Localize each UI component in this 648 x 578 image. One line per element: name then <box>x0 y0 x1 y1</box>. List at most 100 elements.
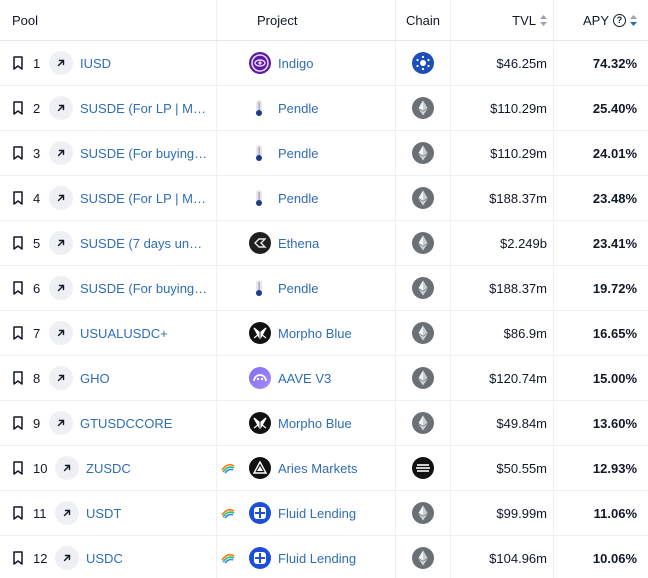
apy-value: 13.60% <box>592 415 637 431</box>
project-link[interactable]: Aries Markets <box>278 461 357 476</box>
external-link-icon[interactable] <box>49 141 73 165</box>
project-link[interactable]: Pendle <box>278 146 318 161</box>
pool-link[interactable]: USDT <box>86 506 121 521</box>
ethereum-icon[interactable] <box>412 367 434 389</box>
external-link-icon[interactable] <box>49 96 73 120</box>
aptos-icon[interactable] <box>412 457 434 479</box>
external-link-icon[interactable] <box>55 501 79 525</box>
external-link-icon[interactable] <box>49 276 73 300</box>
external-link-icon[interactable] <box>55 546 79 570</box>
project-link[interactable]: Fluid Lending <box>278 506 356 521</box>
tvl-cell: $86.9m <box>451 311 554 355</box>
tvl-cell: $2.249b <box>451 221 554 265</box>
bookmark-icon[interactable] <box>12 326 24 340</box>
project-link[interactable]: Indigo <box>278 56 313 71</box>
bookmark-icon[interactable] <box>12 101 24 115</box>
pool-link[interactable]: USUALUSDC+ <box>80 326 168 341</box>
ethereum-icon[interactable] <box>412 322 434 344</box>
pool-link[interactable]: SUSDE (7 days unstaking) <box>80 236 208 251</box>
ethereum-icon[interactable] <box>412 97 434 119</box>
pool-link[interactable]: IUSD <box>80 56 111 71</box>
bookmark-icon[interactable] <box>12 56 24 70</box>
pool-cell: 10 ZUSDC <box>0 446 217 490</box>
bookmark-icon[interactable] <box>12 416 24 430</box>
header-apy-sort[interactable]: APY ? <box>554 0 648 40</box>
project-link[interactable]: AAVE V3 <box>278 371 331 386</box>
project-link[interactable]: Fluid Lending <box>278 551 356 566</box>
pool-link[interactable]: GTUSDCCORE <box>80 416 172 431</box>
project-cell: AAVE V3 <box>217 356 396 400</box>
ethereum-icon[interactable] <box>412 502 434 524</box>
pool-cell: 8 GHO <box>0 356 217 400</box>
tvl-value: $50.55m <box>496 460 547 476</box>
ethereum-icon[interactable] <box>412 232 434 254</box>
chain-cell <box>396 491 451 535</box>
bookmark-icon[interactable] <box>12 461 24 475</box>
pendle-logo <box>249 97 271 119</box>
project-link[interactable]: Morpho Blue <box>278 326 352 341</box>
apy-cell: 12.93% <box>554 446 648 490</box>
tvl-value: $46.25m <box>496 55 547 71</box>
header-tvl-sort[interactable]: TVL <box>451 0 554 40</box>
morpho-logo <box>249 322 271 344</box>
bookmark-icon[interactable] <box>12 146 24 160</box>
ethereum-icon[interactable] <box>412 547 434 569</box>
header-project: Project <box>217 0 396 40</box>
external-link-icon[interactable] <box>49 186 73 210</box>
external-link-icon[interactable] <box>49 51 73 75</box>
pool-cell: 2 SUSDE (For LP | Maturity 24 Oct 2024) <box>0 86 217 130</box>
bookmark-icon[interactable] <box>12 506 24 520</box>
bookmark-icon[interactable] <box>12 191 24 205</box>
apy-value: 12.93% <box>592 460 637 476</box>
project-link[interactable]: Morpho Blue <box>278 416 352 431</box>
pool-link[interactable]: SUSDE (For buying PT-sUSDe) <box>80 281 208 296</box>
ethereum-icon[interactable] <box>412 187 434 209</box>
fluid-logo <box>249 502 271 524</box>
external-link-icon[interactable] <box>55 456 79 480</box>
apy-value: 74.32% <box>592 55 637 71</box>
chain-cell <box>396 41 451 85</box>
rank-number: 1 <box>33 55 41 71</box>
pool-link[interactable]: GHO <box>80 371 110 386</box>
bookmark-icon[interactable] <box>12 281 24 295</box>
header-pool: Pool <box>0 0 217 40</box>
pool-link[interactable]: SUSDE (For LP | Maturity 26 Dec 2024) <box>80 191 208 206</box>
chain-cell <box>396 86 451 130</box>
tvl-value: $188.37m <box>489 190 547 206</box>
project-cell: Pendle <box>217 86 396 130</box>
tvl-value: $120.74m <box>489 370 547 386</box>
pool-link[interactable]: USDC <box>86 551 123 566</box>
bookmark-icon[interactable] <box>12 236 24 250</box>
help-icon[interactable]: ? <box>613 13 626 27</box>
pool-cell: 7 USUALUSDC+ <box>0 311 217 355</box>
pool-link[interactable]: ZUSDC <box>86 461 131 476</box>
pool-link[interactable]: SUSDE (For buying PT-sUSDe) <box>80 146 208 161</box>
apy-cell: 16.65% <box>554 311 648 355</box>
pool-link[interactable]: SUSDE (For LP | Maturity 24 Oct 2024) <box>80 101 208 116</box>
ethereum-icon[interactable] <box>412 277 434 299</box>
tvl-value: $104.96m <box>489 550 547 566</box>
cardano-icon[interactable] <box>412 52 434 74</box>
project-link[interactable]: Pendle <box>278 101 318 116</box>
chain-cell <box>396 176 451 220</box>
ethereum-icon[interactable] <box>412 412 434 434</box>
fluid-logo <box>249 547 271 569</box>
ethereum-icon[interactable] <box>412 142 434 164</box>
chain-cell <box>396 266 451 310</box>
bookmark-icon[interactable] <box>12 551 24 565</box>
project-link[interactable]: Pendle <box>278 281 318 296</box>
apy-value: 15.00% <box>592 370 637 386</box>
project-link[interactable]: Ethena <box>278 236 319 251</box>
bookmark-icon[interactable] <box>12 371 24 385</box>
external-link-icon[interactable] <box>49 321 73 345</box>
external-link-icon[interactable] <box>49 411 73 435</box>
apy-value: 16.65% <box>592 325 637 341</box>
external-link-icon[interactable] <box>49 366 73 390</box>
rainbow-icon <box>221 463 235 474</box>
pool-cell: 5 SUSDE (7 days unstaking) <box>0 221 217 265</box>
project-link[interactable]: Pendle <box>278 191 318 206</box>
rank-number: 4 <box>33 190 41 206</box>
external-link-icon[interactable] <box>49 231 73 255</box>
apy-cell: 10.06% <box>554 536 648 578</box>
chain-cell <box>396 446 451 490</box>
